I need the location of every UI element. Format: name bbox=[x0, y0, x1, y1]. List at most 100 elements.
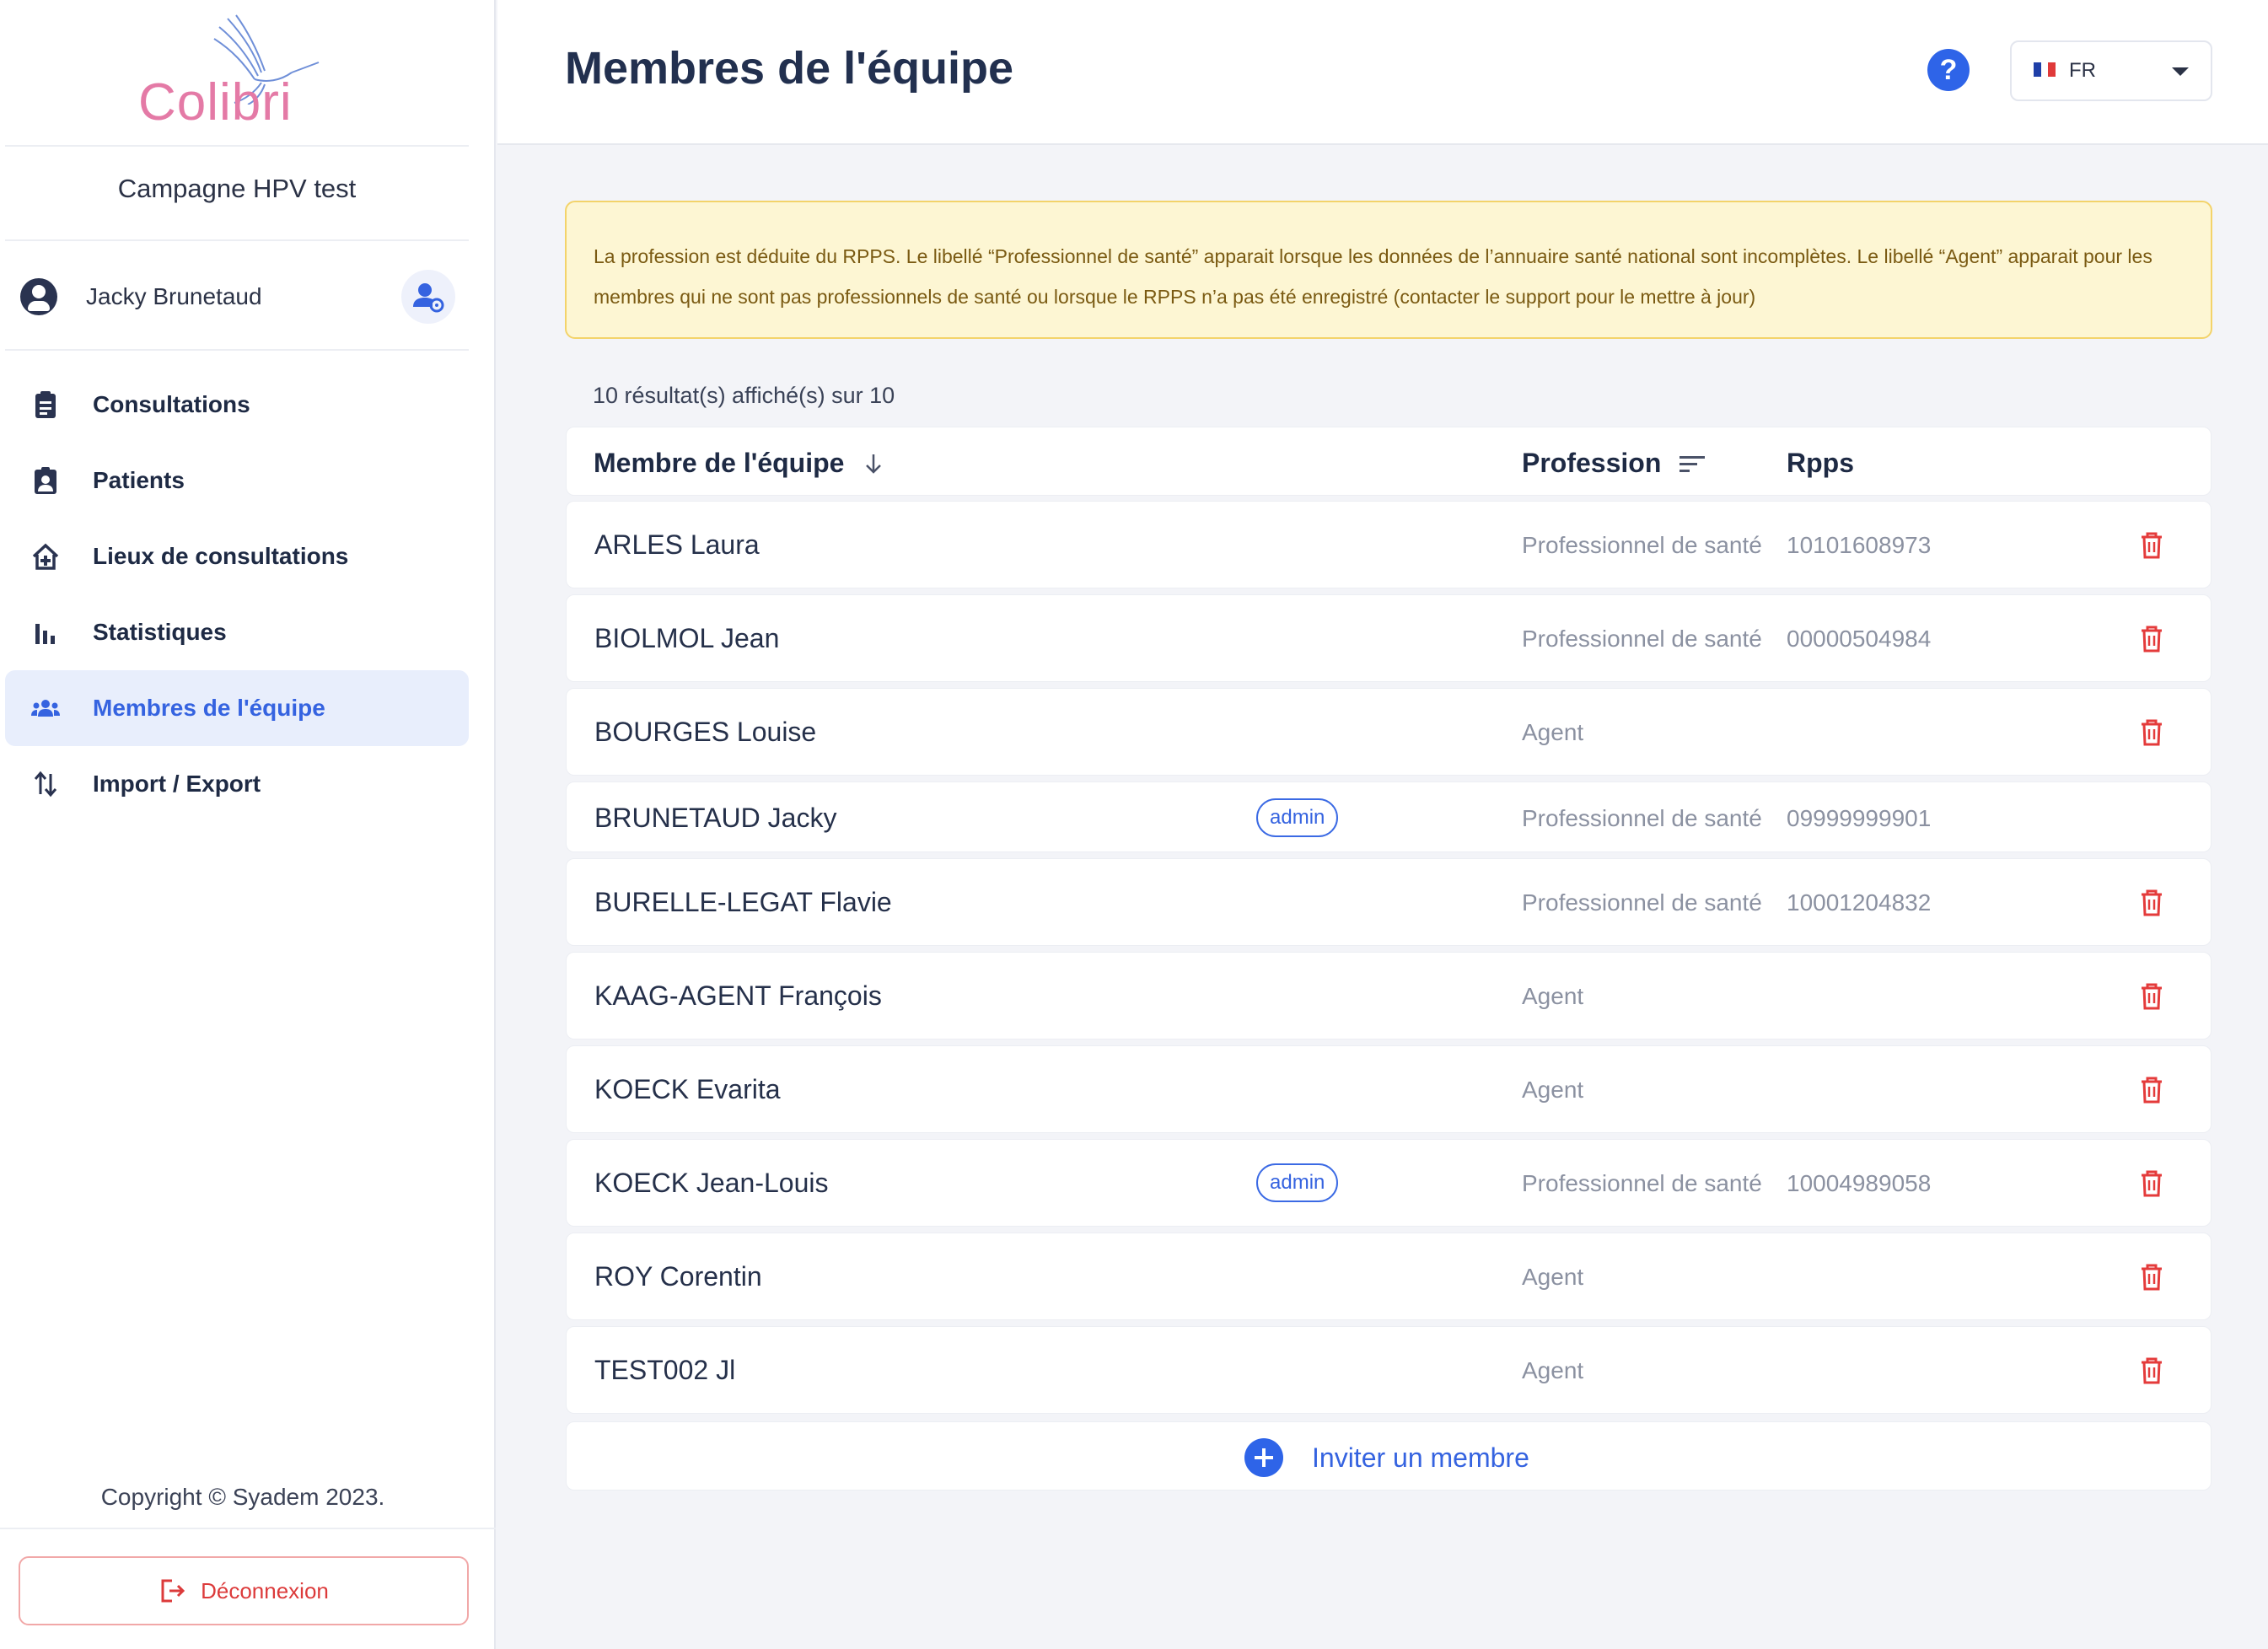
help-button[interactable]: ? bbox=[1927, 49, 1970, 91]
campaign-name: Campagne HPV test bbox=[117, 174, 357, 203]
group-icon bbox=[31, 700, 60, 717]
member-name: KAAG-AGENT François bbox=[594, 980, 882, 1011]
nav-label: Consultations bbox=[93, 391, 250, 417]
member-profession: Professionnel de santé bbox=[1522, 805, 1762, 831]
table-header: Membre de l'équipe Profession Rpps bbox=[566, 427, 2212, 496]
clipboard-icon bbox=[35, 391, 56, 418]
logo-text: Colibri bbox=[138, 73, 293, 132]
member-profession: Professionnel de santé bbox=[1522, 626, 1762, 652]
invite-member-button[interactable]: Inviter un membre bbox=[566, 1421, 2212, 1491]
divider bbox=[5, 349, 469, 351]
member-rpps: 00000504984 bbox=[1787, 626, 1932, 652]
table-row[interactable]: BOURGES Louise Agent bbox=[566, 688, 2212, 776]
member-profession: Professionnel de santé bbox=[1522, 1170, 1762, 1196]
table-row[interactable]: BRUNETAUD Jacky admin Professionnel de s… bbox=[566, 782, 2212, 852]
table-row[interactable]: KOECK Evarita Agent bbox=[566, 1045, 2212, 1133]
notice-text: La profession est déduite du RPPS. Le li… bbox=[594, 245, 2152, 308]
member-rpps: 10001204832 bbox=[1787, 889, 1932, 916]
member-profession: Agent bbox=[1522, 719, 1584, 745]
trash-icon[interactable] bbox=[2140, 982, 2163, 1011]
nav-label: Statistiques bbox=[93, 619, 227, 645]
sidebar: Colibri Campagne HPV test Jacky Brunetau… bbox=[0, 0, 496, 1649]
nav-item-import-export[interactable]: Import / Export bbox=[5, 746, 469, 822]
medical-house-icon bbox=[32, 543, 59, 570]
member-profession: Agent bbox=[1522, 983, 1584, 1009]
sidebar-nav: Consultations Patients Lieux de consulta… bbox=[5, 367, 469, 822]
trash-icon[interactable] bbox=[2140, 1263, 2163, 1292]
nav-item-membres-de-lequipe[interactable]: Membres de l'équipe bbox=[5, 670, 469, 746]
nav-label: Membres de l'équipe bbox=[93, 695, 325, 721]
language-select[interactable]: FR bbox=[2010, 40, 2212, 101]
info-notice: La profession est déduite du RPPS. Le li… bbox=[565, 201, 2212, 339]
divider bbox=[5, 145, 469, 147]
member-name: BIOLMOL Jean bbox=[594, 623, 780, 653]
sort-lines-icon bbox=[1680, 455, 1706, 472]
chevron-down-icon bbox=[2172, 67, 2189, 76]
table-row[interactable]: BIOLMOL Jean Professionnel de santé 0000… bbox=[566, 594, 2212, 682]
member-profession: Professionnel de santé bbox=[1522, 532, 1762, 558]
copyright: Copyright © Syadem 2023. bbox=[100, 1484, 385, 1510]
divider bbox=[5, 239, 469, 241]
member-name: BOURGES Louise bbox=[594, 717, 817, 747]
member-name: ARLES Laura bbox=[594, 529, 760, 560]
column-label: Membre de l'équipe bbox=[594, 448, 845, 478]
member-profession: Agent bbox=[1522, 1357, 1584, 1383]
bar-chart-icon bbox=[35, 624, 55, 644]
colibri-logo[interactable]: Colibri bbox=[126, 12, 329, 138]
column-header-rpps: Rpps bbox=[1787, 448, 1854, 479]
user-name: Jacky Brunetaud bbox=[86, 283, 262, 309]
nav-item-statistiques[interactable]: Statistiques bbox=[5, 594, 469, 670]
invite-label: Inviter un membre bbox=[1312, 1442, 1529, 1473]
user-settings-button[interactable] bbox=[401, 270, 455, 324]
member-rpps: 09999999901 bbox=[1787, 805, 1932, 831]
logout-icon bbox=[161, 1579, 185, 1603]
column-label: Profession bbox=[1522, 448, 1662, 478]
nav-item-patients[interactable]: Patients bbox=[5, 443, 469, 518]
nav-item-consultations[interactable]: Consultations bbox=[5, 367, 469, 443]
admin-badge: admin bbox=[1256, 798, 1339, 837]
column-label: Rpps bbox=[1787, 448, 1854, 478]
page-header: Membres de l'équipe ? FR bbox=[497, 0, 2268, 145]
member-name: ROY Corentin bbox=[594, 1261, 762, 1292]
table-row[interactable]: ROY Corentin Agent bbox=[566, 1233, 2212, 1320]
user-avatar-icon bbox=[20, 278, 57, 315]
trash-icon[interactable] bbox=[2140, 531, 2163, 560]
table-row[interactable]: BURELLE-LEGAT Flavie Professionnel de sa… bbox=[566, 858, 2212, 946]
logout-button[interactable]: Déconnexion bbox=[19, 1556, 469, 1625]
arrow-down-icon bbox=[866, 454, 882, 474]
trash-icon[interactable] bbox=[2140, 625, 2163, 653]
swap-vertical-icon bbox=[34, 771, 57, 798]
page-title: Membres de l'équipe bbox=[565, 43, 1013, 94]
result-count: 10 résultat(s) affiché(s) sur 10 bbox=[593, 383, 895, 408]
table-row[interactable]: ARLES Laura Professionnel de santé 10101… bbox=[566, 501, 2212, 588]
trash-icon[interactable] bbox=[2140, 1076, 2163, 1104]
column-header-member[interactable]: Membre de l'équipe bbox=[594, 448, 886, 479]
user-gear-icon bbox=[413, 283, 444, 313]
divider bbox=[0, 1528, 496, 1529]
patient-badge-icon bbox=[35, 467, 56, 494]
nav-label: Import / Export bbox=[93, 771, 261, 797]
language-code: FR bbox=[2069, 59, 2096, 82]
trash-icon[interactable] bbox=[2140, 1169, 2163, 1198]
user-profile: Jacky Brunetaud bbox=[20, 270, 459, 324]
member-rpps: 10101608973 bbox=[1787, 532, 1932, 558]
help-icon: ? bbox=[1939, 53, 1958, 86]
table-row[interactable]: KAAG-AGENT François Agent bbox=[566, 952, 2212, 1039]
nav-item-lieux-de-consultations[interactable]: Lieux de consultations bbox=[5, 518, 469, 594]
member-name: KOECK Evarita bbox=[594, 1074, 781, 1104]
french-flag-icon bbox=[2034, 62, 2056, 77]
member-name: BRUNETAUD Jacky bbox=[594, 803, 837, 833]
table-row[interactable]: KOECK Jean-Louis admin Professionnel de … bbox=[566, 1139, 2212, 1227]
trash-icon[interactable] bbox=[2140, 1356, 2163, 1385]
admin-badge: admin bbox=[1256, 1163, 1339, 1202]
member-name: TEST002 Jl bbox=[594, 1355, 736, 1385]
trash-icon[interactable] bbox=[2140, 889, 2163, 917]
column-header-profession[interactable]: Profession bbox=[1522, 448, 1706, 479]
member-rpps: 10004989058 bbox=[1787, 1170, 1932, 1196]
trash-icon[interactable] bbox=[2140, 718, 2163, 747]
member-name: KOECK Jean-Louis bbox=[594, 1168, 829, 1198]
member-name: BURELLE-LEGAT Flavie bbox=[594, 887, 892, 917]
table-row[interactable]: TEST002 Jl Agent bbox=[566, 1326, 2212, 1414]
member-profession: Agent bbox=[1522, 1264, 1584, 1290]
member-profession: Agent bbox=[1522, 1077, 1584, 1103]
